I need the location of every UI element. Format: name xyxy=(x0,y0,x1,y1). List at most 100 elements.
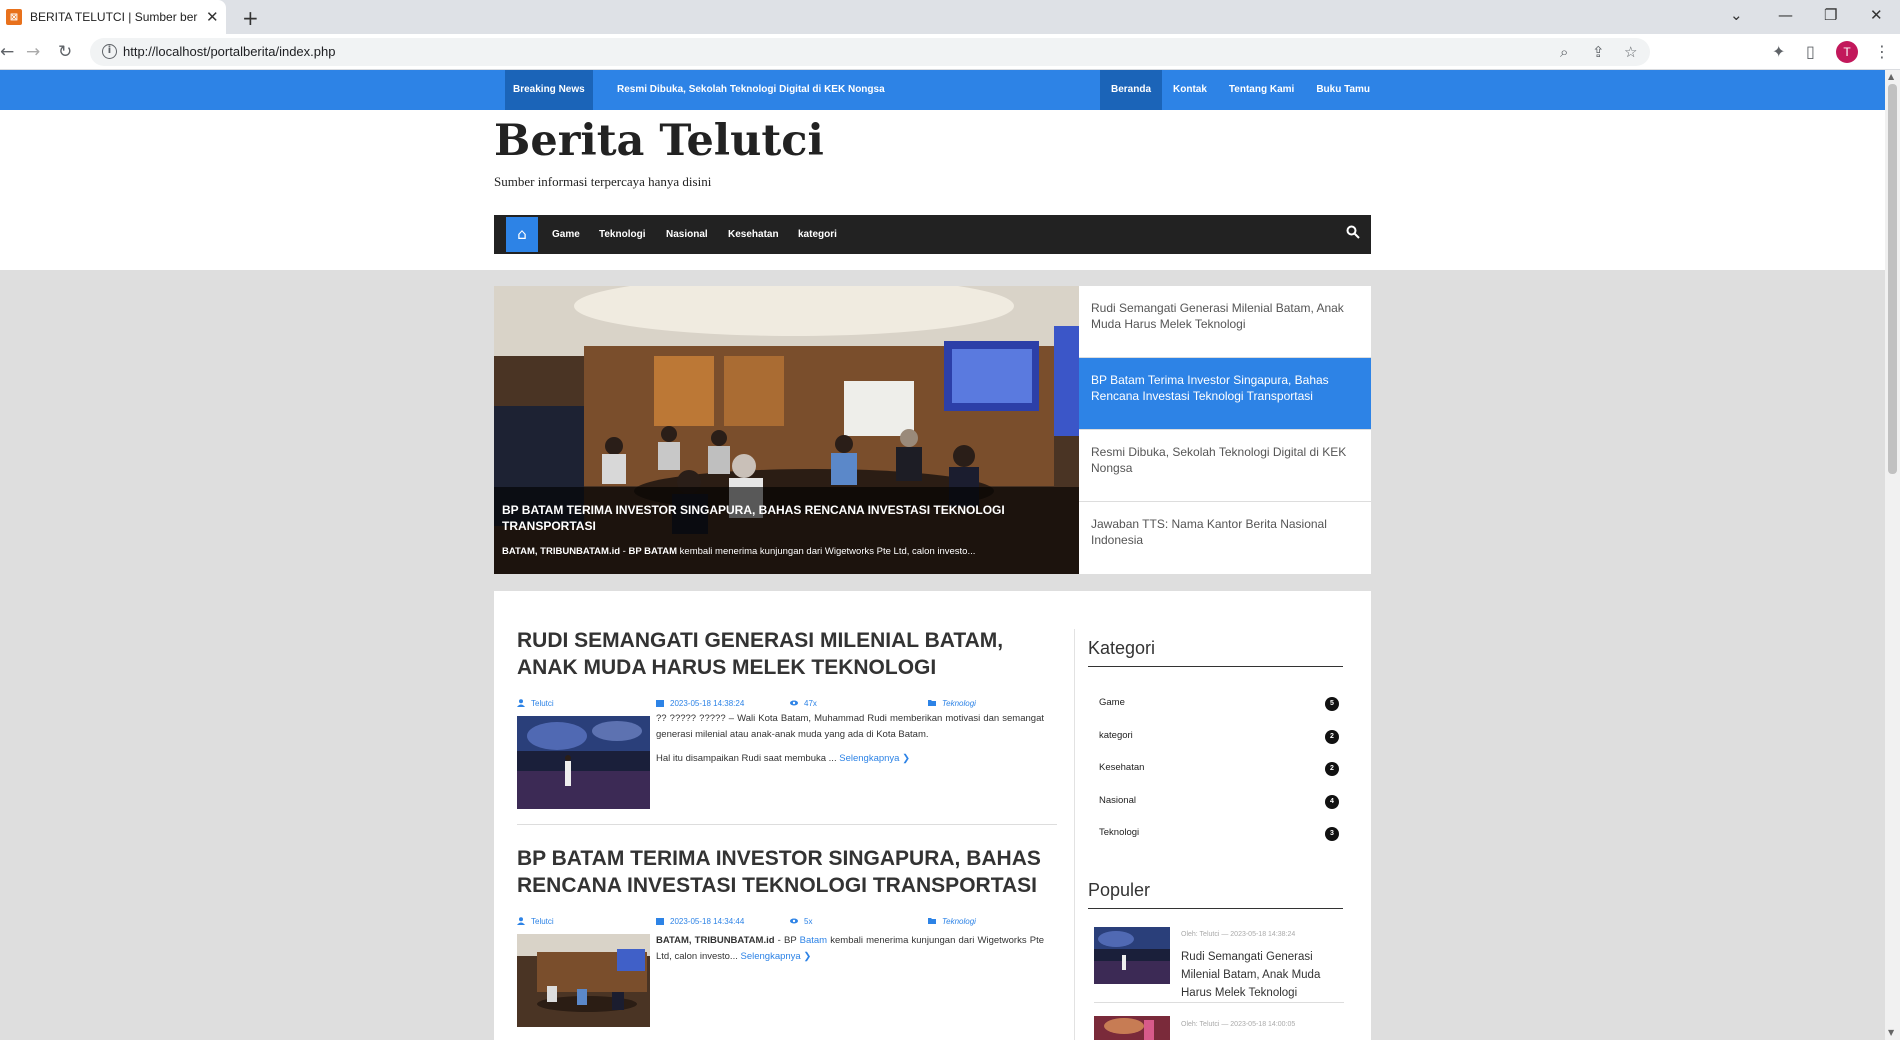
category-item-kesehatan[interactable]: Kesehatan 2 xyxy=(1099,762,1339,778)
site-header: Berita Telutci Sumber informasi terperca… xyxy=(0,110,1885,270)
omnibox[interactable]: i http://localhost/portalberita/index.ph… xyxy=(90,38,1650,66)
extensions-icon[interactable]: ✦ xyxy=(1772,42,1785,61)
post-views: 5x xyxy=(790,917,812,926)
post-category[interactable]: Teknologi xyxy=(928,699,976,708)
post-date: 2023-05-18 14:38:24 xyxy=(656,699,744,708)
stage-photo xyxy=(1094,1016,1170,1040)
user-icon xyxy=(517,699,525,707)
home-icon[interactable]: ⌂ xyxy=(506,217,538,252)
user-icon xyxy=(517,917,525,925)
sidebar-divider xyxy=(1074,629,1075,1040)
popular-divider xyxy=(1094,1002,1344,1003)
page-scrollbar[interactable]: ▲ ▼ xyxy=(1885,70,1900,1040)
post-excerpt: ?? ????? ????? – Wali Kota Batam, Muhamm… xyxy=(656,713,1044,740)
post-divider xyxy=(517,824,1057,825)
breaking-news-label: Breaking News xyxy=(505,70,593,110)
category-item-teknologi[interactable]: Teknologi 3 xyxy=(1099,827,1339,843)
featured-image[interactable]: BP BATAM TERIMA INVESTOR SINGAPURA, BAHA… xyxy=(494,286,1079,574)
side-panel-icon[interactable]: ▯ xyxy=(1806,42,1815,61)
eye-icon xyxy=(790,700,798,706)
browser-tabbar: ⊠ BERITA TELUTCI | Sumber berita t ✕ + ⌄… xyxy=(0,0,1900,34)
crowd-stage-photo xyxy=(517,716,650,809)
read-more-link[interactable]: Selengkapnya xyxy=(741,951,801,962)
restore-icon[interactable]: ❐ xyxy=(1824,6,1837,24)
popular-title[interactable]: Rudi Semangati Generasi Milenial Batam, … xyxy=(1181,948,1341,1002)
post-category[interactable]: Teknologi xyxy=(928,917,976,926)
post-title[interactable]: RUDI SEMANGATI GENERASI MILENIAL BATAM, … xyxy=(517,627,1057,681)
top-bar: Breaking News Resmi Dibuka, Sekolah Tekn… xyxy=(0,70,1885,110)
post-views: 47x xyxy=(790,699,817,708)
browser-tab[interactable]: ⊠ BERITA TELUTCI | Sumber berita t ✕ xyxy=(0,0,226,34)
count-badge: 2 xyxy=(1325,730,1339,744)
new-tab-icon[interactable]: + xyxy=(242,6,259,30)
calendar-icon xyxy=(656,918,664,925)
popular-meta: Oleh: Telutci — 2023-05-18 14:38:24 xyxy=(1181,931,1296,938)
featured-caption: BP BATAM TERIMA INVESTOR SINGAPURA, BAHA… xyxy=(494,487,1079,574)
post-author[interactable]: Telutci xyxy=(517,699,554,708)
nav-item-game[interactable]: Game xyxy=(552,215,580,254)
sidebar-kategori-heading: Kategori xyxy=(1088,638,1156,658)
site-info-icon[interactable]: i xyxy=(102,44,117,59)
popular-thumbnail[interactable] xyxy=(1094,927,1170,984)
slider-item[interactable]: Rudi Semangati Generasi Milenial Batam, … xyxy=(1079,286,1371,358)
eye-icon xyxy=(790,918,798,924)
content-panel: RUDI SEMANGATI GENERASI MILENIAL BATAM, … xyxy=(494,591,1371,1040)
featured-title[interactable]: BP BATAM TERIMA INVESTOR SINGAPURA, BAHA… xyxy=(502,502,1071,534)
read-more-link[interactable]: Selengkapnya xyxy=(839,753,899,764)
category-item-nasional[interactable]: Nasional 4 xyxy=(1099,795,1339,811)
nav-item-kategori[interactable]: kategori xyxy=(798,215,837,254)
site-title[interactable]: Berita Telutci xyxy=(494,116,824,166)
post-author[interactable]: Telutci xyxy=(517,917,554,926)
window-close-icon[interactable]: ✕ xyxy=(1870,6,1883,24)
top-nav-buku-tamu[interactable]: Buku Tamu xyxy=(1305,70,1381,110)
tab-title: BERITA TELUTCI | Sumber berita t xyxy=(30,10,198,24)
post-thumbnail[interactable] xyxy=(517,934,650,1027)
nav-item-kesehatan[interactable]: Kesehatan xyxy=(728,215,779,254)
tab-search-icon[interactable]: ⌄ xyxy=(1730,6,1743,24)
featured-excerpt: BATAM, TRIBUNBATAM.id - BP BATAM kembali… xyxy=(502,546,976,557)
top-nav-beranda[interactable]: Beranda xyxy=(1100,70,1163,110)
sidebar-populer-heading: Populer xyxy=(1088,880,1151,900)
nav-item-teknologi[interactable]: Teknologi xyxy=(599,215,645,254)
slider-list: Rudi Semangati Generasi Milenial Batam, … xyxy=(1079,286,1371,574)
sidebar-rule xyxy=(1088,666,1343,667)
url-text[interactable]: http://localhost/portalberita/index.php xyxy=(123,44,335,59)
popular-thumbnail[interactable] xyxy=(1094,1016,1170,1040)
site-tagline: Sumber informasi terpercaya hanya disini xyxy=(494,174,712,189)
slider-item[interactable]: Resmi Dibuka, Sekolah Teknologi Digital … xyxy=(1079,430,1371,502)
scroll-up-icon[interactable]: ▲ xyxy=(1888,72,1894,81)
calendar-icon xyxy=(656,700,664,707)
category-item-kategori[interactable]: kategori 2 xyxy=(1099,730,1339,746)
reload-icon[interactable]: ↻ xyxy=(58,42,72,62)
post-title[interactable]: BP BATAM TERIMA INVESTOR SINGAPURA, BAHA… xyxy=(517,845,1057,899)
top-nav-kontak[interactable]: Kontak xyxy=(1162,70,1218,110)
crowd-stage-photo xyxy=(1094,927,1170,984)
scroll-thumb[interactable] xyxy=(1888,84,1897,474)
share-icon[interactable]: ⇪ xyxy=(1592,43,1605,61)
chevron-right-icon[interactable]: ❯ xyxy=(902,753,910,764)
post-thumbnail[interactable] xyxy=(517,716,650,809)
folder-icon xyxy=(928,918,936,924)
post-date: 2023-05-18 14:34:44 xyxy=(656,917,744,926)
zoom-icon[interactable]: ⌕ xyxy=(1560,43,1568,61)
count-badge: 5 xyxy=(1325,697,1339,711)
inline-link[interactable]: Batam xyxy=(800,935,827,946)
close-icon[interactable]: ✕ xyxy=(206,8,219,26)
top-nav-tentang-kami[interactable]: Tentang Kami xyxy=(1218,70,1305,110)
chevron-right-icon[interactable]: ❯ xyxy=(803,951,811,962)
breaking-news-ticker[interactable]: Resmi Dibuka, Sekolah Teknologi Digital … xyxy=(617,70,885,110)
slider-item-active[interactable]: BP Batam Terima Investor Singapura, Baha… xyxy=(1079,358,1371,430)
forward-icon[interactable]: → xyxy=(26,42,40,62)
category-item-game[interactable]: Game 5 xyxy=(1099,697,1339,713)
scroll-down-icon[interactable]: ▼ xyxy=(1888,1028,1894,1037)
menu-kebab-icon[interactable]: ⋮ xyxy=(1874,42,1890,61)
post-excerpt: BATAM, TRIBUNBATAM.id - BP Batam kembali… xyxy=(656,935,1044,962)
back-icon[interactable]: ← xyxy=(0,42,14,62)
xampp-icon: ⊠ xyxy=(6,9,22,25)
minimize-icon[interactable]: — xyxy=(1778,6,1793,24)
nav-item-nasional[interactable]: Nasional xyxy=(666,215,708,254)
slider-item[interactable]: Jawaban TTS: Nama Kantor Berita Nasional… xyxy=(1079,502,1371,574)
avatar[interactable]: T xyxy=(1836,41,1858,63)
search-icon[interactable] xyxy=(1346,225,1360,239)
bookmark-star-icon[interactable]: ☆ xyxy=(1624,43,1637,61)
